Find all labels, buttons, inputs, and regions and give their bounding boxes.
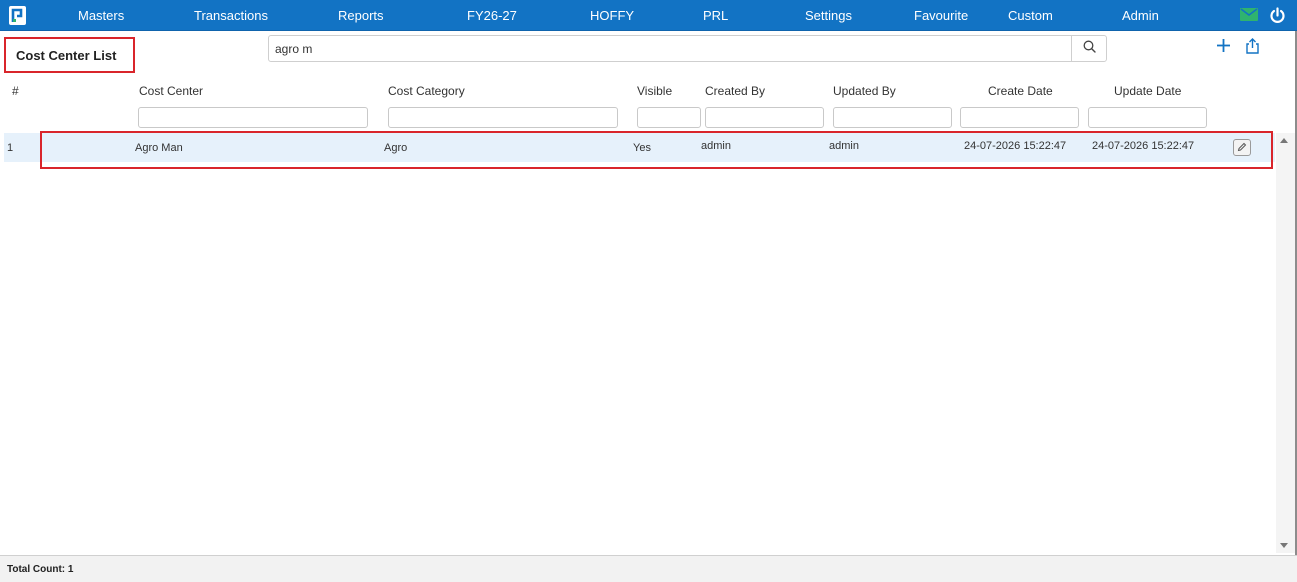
share-export-icon[interactable] bbox=[1245, 38, 1260, 59]
status-footer: Total Count: 1 bbox=[0, 555, 1297, 582]
page-title: Cost Center List bbox=[16, 47, 117, 63]
search-button[interactable] bbox=[1071, 36, 1106, 61]
total-count: Total Count: 1 bbox=[7, 564, 74, 575]
top-nav-bar: Masters Transactions Reports FY26-27 HOF… bbox=[0, 0, 1297, 31]
nav-masters[interactable]: Masters bbox=[78, 8, 124, 23]
vertical-scrollbar[interactable] bbox=[1276, 133, 1295, 553]
nav-settings[interactable]: Settings bbox=[805, 8, 852, 23]
page-title-box: Cost Center List bbox=[4, 37, 135, 73]
column-header-updated-by[interactable]: Updated By bbox=[833, 84, 896, 98]
cell-row-number: 1 bbox=[7, 142, 14, 154]
filter-updated-by[interactable] bbox=[833, 107, 952, 128]
nav-fy26-27[interactable]: FY26-27 bbox=[467, 8, 517, 23]
app-logo-icon[interactable] bbox=[9, 6, 26, 25]
search-input[interactable] bbox=[269, 36, 1072, 61]
filter-visible[interactable] bbox=[637, 107, 701, 128]
column-header-number: # bbox=[12, 84, 19, 98]
column-header-cost-center[interactable]: Cost Center bbox=[139, 84, 203, 98]
nav-hoffy[interactable]: HOFFY bbox=[590, 8, 634, 23]
nav-prl[interactable]: PRL bbox=[703, 8, 728, 23]
filter-cost-category[interactable] bbox=[388, 107, 618, 128]
filter-created-by[interactable] bbox=[705, 107, 824, 128]
search-bar bbox=[268, 35, 1107, 62]
power-icon[interactable] bbox=[1269, 7, 1286, 29]
column-header-update-date[interactable]: Update Date bbox=[1114, 84, 1181, 98]
filter-cost-center[interactable] bbox=[138, 107, 368, 128]
scroll-up-arrow-icon[interactable] bbox=[1280, 138, 1288, 143]
nav-transactions[interactable]: Transactions bbox=[194, 8, 268, 23]
column-header-cost-category[interactable]: Cost Category bbox=[388, 84, 465, 98]
plus-icon[interactable] bbox=[1216, 38, 1231, 58]
nav-custom[interactable]: Custom bbox=[1008, 8, 1053, 23]
column-header-visible[interactable]: Visible bbox=[637, 84, 672, 98]
search-icon bbox=[1083, 40, 1096, 58]
row-highlight-box bbox=[40, 131, 1273, 169]
filter-update-date[interactable] bbox=[1088, 107, 1207, 128]
filter-create-date[interactable] bbox=[960, 107, 1079, 128]
nav-reports[interactable]: Reports bbox=[338, 8, 384, 23]
mail-icon[interactable] bbox=[1240, 8, 1258, 26]
nav-admin[interactable]: Admin bbox=[1122, 8, 1159, 23]
column-header-created-by[interactable]: Created By bbox=[705, 84, 765, 98]
nav-favourite[interactable]: Favourite bbox=[914, 8, 968, 23]
column-header-create-date[interactable]: Create Date bbox=[988, 84, 1053, 98]
scroll-down-arrow-icon[interactable] bbox=[1280, 543, 1288, 548]
